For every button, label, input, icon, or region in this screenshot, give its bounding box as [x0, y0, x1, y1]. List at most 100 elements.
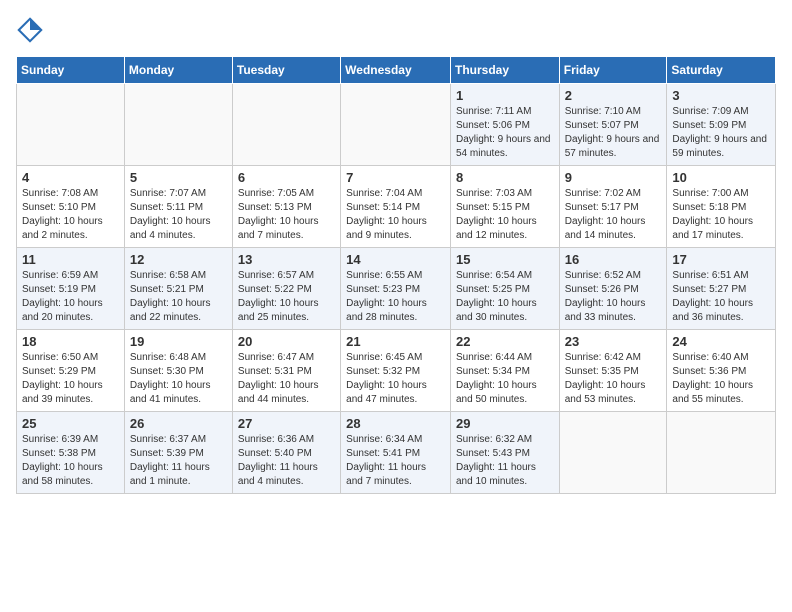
day-info: Sunrise: 6:39 AM Sunset: 5:38 PM Dayligh… [22, 433, 119, 489]
day-number: 11 [22, 252, 119, 267]
calendar-cell [232, 84, 340, 166]
day-info: Sunrise: 7:02 AM Sunset: 5:17 PM Dayligh… [565, 187, 662, 243]
day-number: 28 [346, 416, 445, 431]
calendar-cell: 27 Sunrise: 6:36 AM Sunset: 5:40 PM Dayli… [232, 412, 340, 494]
day-number: 6 [238, 170, 335, 185]
day-info: Sunrise: 7:10 AM Sunset: 5:07 PM Dayligh… [565, 105, 662, 161]
column-header-sunday: Sunday [17, 57, 125, 84]
calendar-cell: 15 Sunrise: 6:54 AM Sunset: 5:25 PM Dayli… [450, 248, 559, 330]
calendar-cell: 10Sunrise: 7:00 AM Sunset: 5:18 PM Dayli… [667, 166, 776, 248]
logo [16, 16, 48, 44]
calendar-cell: 26 Sunrise: 6:37 AM Sunset: 5:39 PM Dayli… [124, 412, 232, 494]
day-number: 19 [130, 334, 227, 349]
day-number: 4 [22, 170, 119, 185]
day-info: Sunrise: 7:09 AM Sunset: 5:09 PM Dayligh… [672, 105, 770, 161]
day-info: Sunrise: 6:45 AM Sunset: 5:32 PM Dayligh… [346, 351, 445, 407]
day-number: 26 [130, 416, 227, 431]
calendar-cell: 17 Sunrise: 6:51 AM Sunset: 5:27 PM Dayli… [667, 248, 776, 330]
day-number: 25 [22, 416, 119, 431]
day-info: Sunrise: 6:48 AM Sunset: 5:30 PM Dayligh… [130, 351, 227, 407]
day-info: Sunrise: 6:55 AM Sunset: 5:23 PM Dayligh… [346, 269, 445, 325]
day-info: Sunrise: 7:07 AM Sunset: 5:11 PM Dayligh… [130, 187, 227, 243]
day-number: 29 [456, 416, 554, 431]
calendar-cell: 1 Sunrise: 7:11 AM Sunset: 5:06 PM Daylig… [450, 84, 559, 166]
day-number: 12 [130, 252, 227, 267]
calendar-cell: 14 Sunrise: 6:55 AM Sunset: 5:23 PM Dayli… [341, 248, 451, 330]
day-info: Sunrise: 6:40 AM Sunset: 5:36 PM Dayligh… [672, 351, 770, 407]
calendar-cell: 19 Sunrise: 6:48 AM Sunset: 5:30 PM Dayli… [124, 330, 232, 412]
day-info: Sunrise: 6:32 AM Sunset: 5:43 PM Dayligh… [456, 433, 554, 489]
calendar-cell: 16 Sunrise: 6:52 AM Sunset: 5:26 PM Dayli… [559, 248, 667, 330]
day-info: Sunrise: 6:51 AM Sunset: 5:27 PM Dayligh… [672, 269, 770, 325]
day-number: 5 [130, 170, 227, 185]
calendar-header-row: SundayMondayTuesdayWednesdayThursdayFrid… [17, 57, 776, 84]
day-number: 10 [672, 170, 770, 185]
calendar-cell: 4 Sunrise: 7:08 AM Sunset: 5:10 PM Daylig… [17, 166, 125, 248]
day-number: 16 [565, 252, 662, 267]
day-info: Sunrise: 7:11 AM Sunset: 5:06 PM Dayligh… [456, 105, 554, 161]
day-number: 8 [456, 170, 554, 185]
day-info: Sunrise: 6:42 AM Sunset: 5:35 PM Dayligh… [565, 351, 662, 407]
day-info: Sunrise: 6:47 AM Sunset: 5:31 PM Dayligh… [238, 351, 335, 407]
calendar-cell: 18 Sunrise: 6:50 AM Sunset: 5:29 PM Dayli… [17, 330, 125, 412]
calendar-cell: 24 Sunrise: 6:40 AM Sunset: 5:36 PM Dayli… [667, 330, 776, 412]
column-header-tuesday: Tuesday [232, 57, 340, 84]
calendar-week-5: 25 Sunrise: 6:39 AM Sunset: 5:38 PM Dayli… [17, 412, 776, 494]
day-number: 1 [456, 88, 554, 103]
day-number: 9 [565, 170, 662, 185]
calendar-cell: 23Sunrise: 6:42 AM Sunset: 5:35 PM Dayli… [559, 330, 667, 412]
calendar-cell: 22 Sunrise: 6:44 AM Sunset: 5:34 PM Dayli… [450, 330, 559, 412]
day-info: Sunrise: 6:50 AM Sunset: 5:29 PM Dayligh… [22, 351, 119, 407]
calendar-cell [124, 84, 232, 166]
day-number: 15 [456, 252, 554, 267]
day-info: Sunrise: 7:03 AM Sunset: 5:15 PM Dayligh… [456, 187, 554, 243]
day-info: Sunrise: 6:52 AM Sunset: 5:26 PM Dayligh… [565, 269, 662, 325]
day-number: 22 [456, 334, 554, 349]
calendar-cell: 28Sunrise: 6:34 AM Sunset: 5:41 PM Dayli… [341, 412, 451, 494]
calendar-week-4: 18 Sunrise: 6:50 AM Sunset: 5:29 PM Dayli… [17, 330, 776, 412]
day-info: Sunrise: 6:58 AM Sunset: 5:21 PM Dayligh… [130, 269, 227, 325]
column-header-friday: Friday [559, 57, 667, 84]
calendar-week-1: 1 Sunrise: 7:11 AM Sunset: 5:06 PM Daylig… [17, 84, 776, 166]
day-info: Sunrise: 6:37 AM Sunset: 5:39 PM Dayligh… [130, 433, 227, 489]
calendar-cell [667, 412, 776, 494]
day-number: 14 [346, 252, 445, 267]
calendar-cell: 3 Sunrise: 7:09 AM Sunset: 5:09 PM Daylig… [667, 84, 776, 166]
day-info: Sunrise: 6:36 AM Sunset: 5:40 PM Dayligh… [238, 433, 335, 489]
calendar-cell: 29 Sunrise: 6:32 AM Sunset: 5:43 PM Dayli… [450, 412, 559, 494]
calendar-cell [559, 412, 667, 494]
calendar-cell: 5 Sunrise: 7:07 AM Sunset: 5:11 PM Daylig… [124, 166, 232, 248]
calendar-cell: 21 Sunrise: 6:45 AM Sunset: 5:32 PM Dayli… [341, 330, 451, 412]
calendar-cell: 7Sunrise: 7:04 AM Sunset: 5:14 PM Daylig… [341, 166, 451, 248]
page-header [16, 16, 776, 44]
calendar-week-2: 4 Sunrise: 7:08 AM Sunset: 5:10 PM Daylig… [17, 166, 776, 248]
day-number: 24 [672, 334, 770, 349]
calendar-cell: 13 Sunrise: 6:57 AM Sunset: 5:22 PM Dayli… [232, 248, 340, 330]
day-info: Sunrise: 7:05 AM Sunset: 5:13 PM Dayligh… [238, 187, 335, 243]
column-header-monday: Monday [124, 57, 232, 84]
day-number: 2 [565, 88, 662, 103]
day-info: Sunrise: 6:57 AM Sunset: 5:22 PM Dayligh… [238, 269, 335, 325]
day-number: 7 [346, 170, 445, 185]
calendar-cell [341, 84, 451, 166]
day-number: 21 [346, 334, 445, 349]
calendar-table: SundayMondayTuesdayWednesdayThursdayFrid… [16, 56, 776, 494]
calendar-body: 1 Sunrise: 7:11 AM Sunset: 5:06 PM Daylig… [17, 84, 776, 494]
calendar-cell [17, 84, 125, 166]
day-info: Sunrise: 6:44 AM Sunset: 5:34 PM Dayligh… [456, 351, 554, 407]
day-info: Sunrise: 6:59 AM Sunset: 5:19 PM Dayligh… [22, 269, 119, 325]
day-number: 17 [672, 252, 770, 267]
day-number: 20 [238, 334, 335, 349]
day-number: 18 [22, 334, 119, 349]
day-number: 3 [672, 88, 770, 103]
calendar-cell: 8 Sunrise: 7:03 AM Sunset: 5:15 PM Daylig… [450, 166, 559, 248]
calendar-week-3: 11 Sunrise: 6:59 AM Sunset: 5:19 PM Dayli… [17, 248, 776, 330]
day-info: Sunrise: 7:08 AM Sunset: 5:10 PM Dayligh… [22, 187, 119, 243]
calendar-cell: 9 Sunrise: 7:02 AM Sunset: 5:17 PM Daylig… [559, 166, 667, 248]
day-number: 27 [238, 416, 335, 431]
day-info: Sunrise: 6:54 AM Sunset: 5:25 PM Dayligh… [456, 269, 554, 325]
day-number: 13 [238, 252, 335, 267]
calendar-cell: 11 Sunrise: 6:59 AM Sunset: 5:19 PM Dayli… [17, 248, 125, 330]
calendar-cell: 25 Sunrise: 6:39 AM Sunset: 5:38 PM Dayli… [17, 412, 125, 494]
calendar-cell: 20 Sunrise: 6:47 AM Sunset: 5:31 PM Dayli… [232, 330, 340, 412]
